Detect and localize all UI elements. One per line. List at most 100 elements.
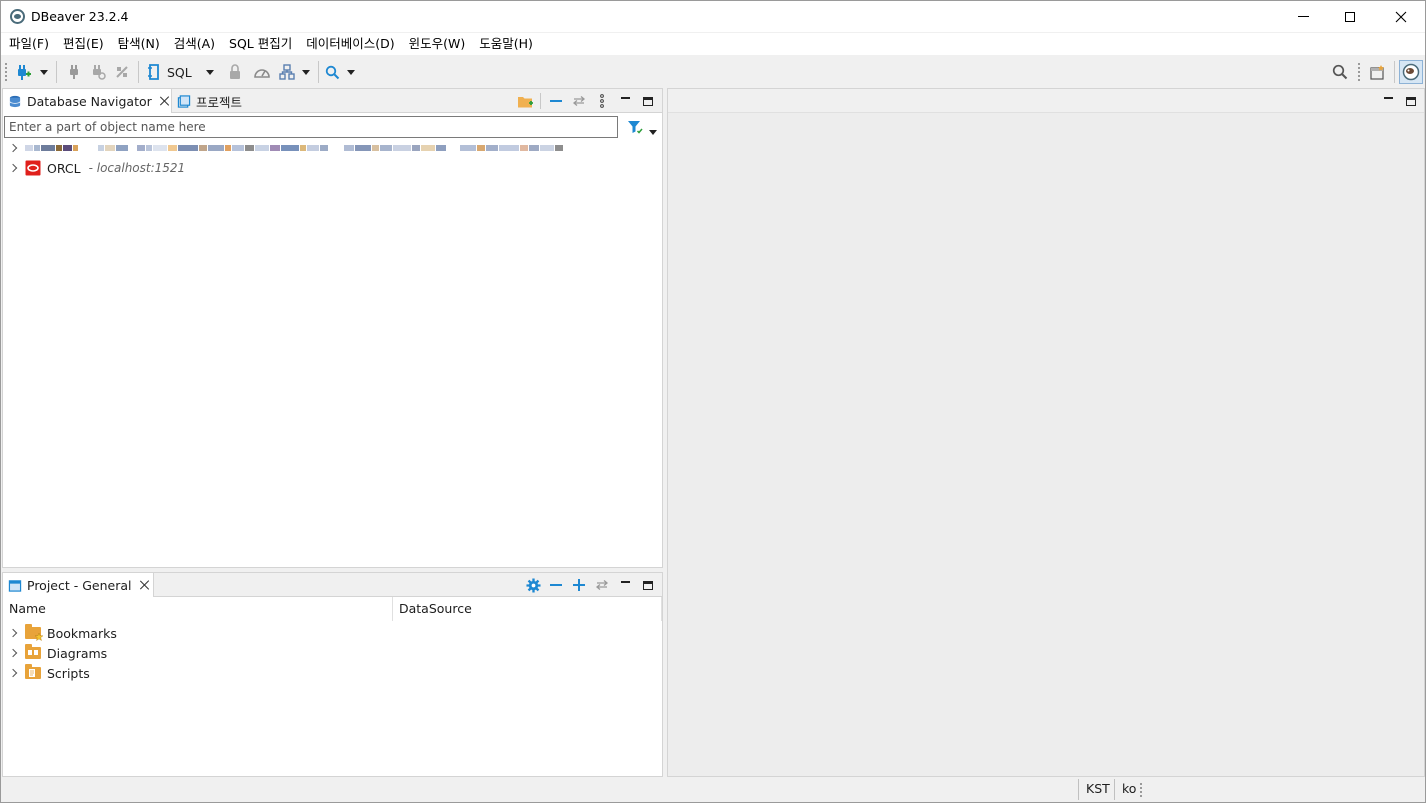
link-with-editor-button[interactable] (572, 94, 586, 108)
navigator-filter-input[interactable] (4, 116, 618, 138)
network-button[interactable] (278, 63, 296, 81)
close-icon[interactable] (160, 96, 170, 106)
bookmarks-folder-icon (25, 624, 43, 641)
menu-edit[interactable]: 편집(E) (56, 33, 111, 55)
network-icon (279, 64, 295, 80)
expand-chevron-icon[interactable] (9, 143, 19, 153)
maximize-editor-button[interactable] (1404, 94, 1418, 108)
menu-database[interactable]: 데이터베이스(D) (299, 33, 401, 55)
open-perspective-icon (1370, 65, 1384, 80)
project-icon (8, 579, 22, 592)
menu-navigate[interactable]: 탐색(N) (111, 33, 167, 55)
close-icon[interactable] (140, 580, 150, 590)
status-timezone: KST (1086, 781, 1110, 796)
menu-bar: 파일(F) 편집(E) 탐색(N) 검색(A) SQL 편집기 데이터베이스(D… (1, 33, 1425, 55)
tree-row-orcl-connection[interactable]: ORCL - localhost:1521 (3, 158, 185, 178)
tab-projects[interactable]: 프로젝트 (172, 89, 262, 113)
expand-chevron-icon[interactable] (9, 648, 19, 658)
plug-add-icon (18, 65, 31, 80)
menu-help[interactable]: 도움말(H) (472, 33, 540, 55)
tree-row-obscured-connection[interactable] (3, 138, 662, 158)
tab-project-general[interactable]: Project - General (3, 573, 154, 597)
new-folder-button[interactable] (516, 94, 534, 108)
maximize-button[interactable] (1327, 1, 1373, 32)
column-header-datasource[interactable]: DataSource (393, 597, 662, 621)
tree-item-label: Bookmarks (47, 625, 117, 641)
link-with-editor-icon (595, 580, 609, 590)
collapse-all-button[interactable] (549, 578, 563, 592)
new-connection-button[interactable] (13, 63, 33, 81)
project-settings-button[interactable] (525, 577, 541, 593)
collapse-all-button[interactable] (549, 94, 563, 108)
maximize-icon (643, 580, 653, 590)
close-button[interactable] (1378, 1, 1424, 32)
maximize-panel-button[interactable] (641, 94, 655, 108)
sql-button-label: SQL (167, 64, 192, 80)
column-header-name[interactable]: Name (3, 597, 393, 621)
dbeaver-window: DBeaver 23.2.4 파일(F) 편집(E) 탐색(N) 검색(A) S… (0, 0, 1426, 803)
maximize-icon (643, 96, 653, 106)
filter-dropdown[interactable] (649, 123, 659, 135)
maximize-panel-button[interactable] (641, 578, 655, 592)
dbeaver-logo-icon (10, 9, 25, 24)
menu-file[interactable]: 파일(F) (1, 33, 56, 55)
dropdown-arrow-icon (649, 130, 657, 135)
global-search-button[interactable] (1330, 63, 1350, 81)
search-icon (325, 65, 339, 79)
minimize-panel-button[interactable] (618, 94, 632, 108)
plug-icon (70, 65, 78, 79)
status-bar: KST ko (1, 777, 1425, 802)
dropdown-arrow-icon (302, 69, 310, 75)
connect-button[interactable] (65, 63, 83, 81)
expand-chevron-icon[interactable] (9, 163, 19, 173)
toolbar-grip[interactable] (1358, 63, 1360, 81)
network-dropdown[interactable] (300, 63, 312, 81)
expand-all-button[interactable] (572, 578, 586, 592)
gauge-icon (254, 69, 270, 78)
minimize-editor-button[interactable] (1381, 94, 1395, 108)
menu-window[interactable]: 윈도우(W) (402, 33, 473, 55)
link-with-editor-button[interactable] (595, 578, 609, 592)
tree-item-label: Scripts (47, 665, 90, 681)
sql-script-icon (148, 64, 159, 80)
transaction-lock-button[interactable] (226, 63, 244, 81)
expand-chevron-icon[interactable] (9, 628, 19, 638)
tree-row-scripts[interactable]: Scripts (3, 663, 90, 683)
oracle-icon (25, 160, 41, 176)
status-separator (1078, 779, 1079, 800)
expand-chevron-icon[interactable] (9, 668, 19, 678)
minimize-button[interactable] (1280, 1, 1326, 32)
dashboard-button[interactable] (252, 63, 272, 81)
status-grip (1140, 783, 1142, 797)
menu-search[interactable]: 검색(A) (167, 33, 222, 55)
dbeaver-perspective-button[interactable] (1399, 60, 1423, 84)
sql-editor-dropdown[interactable] (204, 63, 216, 81)
tab-database-navigator[interactable]: Database Navigator (3, 89, 172, 113)
project-general-panel: Project - General Name DataSource Bookma… (2, 572, 663, 777)
view-menu-button[interactable] (595, 94, 609, 108)
search-dropdown[interactable] (345, 63, 357, 81)
plug-disconnect-icon (116, 66, 128, 78)
toolbar-grip[interactable] (5, 63, 7, 81)
menu-sql-editor[interactable]: SQL 편집기 (222, 33, 299, 55)
minimize-icon (1383, 97, 1393, 99)
scripts-folder-icon (25, 664, 41, 679)
sql-editor-button[interactable]: SQL (147, 63, 197, 81)
minimize-panel-button[interactable] (618, 578, 632, 592)
projects-icon (177, 94, 191, 108)
tree-row-diagrams[interactable]: Diagrams (3, 643, 107, 663)
search-button[interactable] (323, 63, 341, 81)
disconnect-button[interactable] (113, 63, 131, 81)
dropdown-arrow-icon (40, 69, 48, 75)
tree-item-label: Diagrams (47, 645, 108, 661)
filter-settings-button[interactable] (626, 118, 644, 136)
connection-host: - localhost:1521 (88, 161, 186, 175)
status-separator (1114, 779, 1115, 800)
reconnect-button[interactable] (89, 63, 107, 81)
editor-tab-bar (668, 89, 1424, 113)
dropdown-arrow-icon (206, 69, 214, 75)
database-navigator-panel: Database Navigator 프로젝트 Enter a part of … (2, 88, 663, 568)
tree-row-bookmarks[interactable]: Bookmarks (3, 623, 117, 643)
open-perspective-button[interactable] (1368, 63, 1388, 81)
new-connection-dropdown[interactable] (38, 63, 50, 81)
